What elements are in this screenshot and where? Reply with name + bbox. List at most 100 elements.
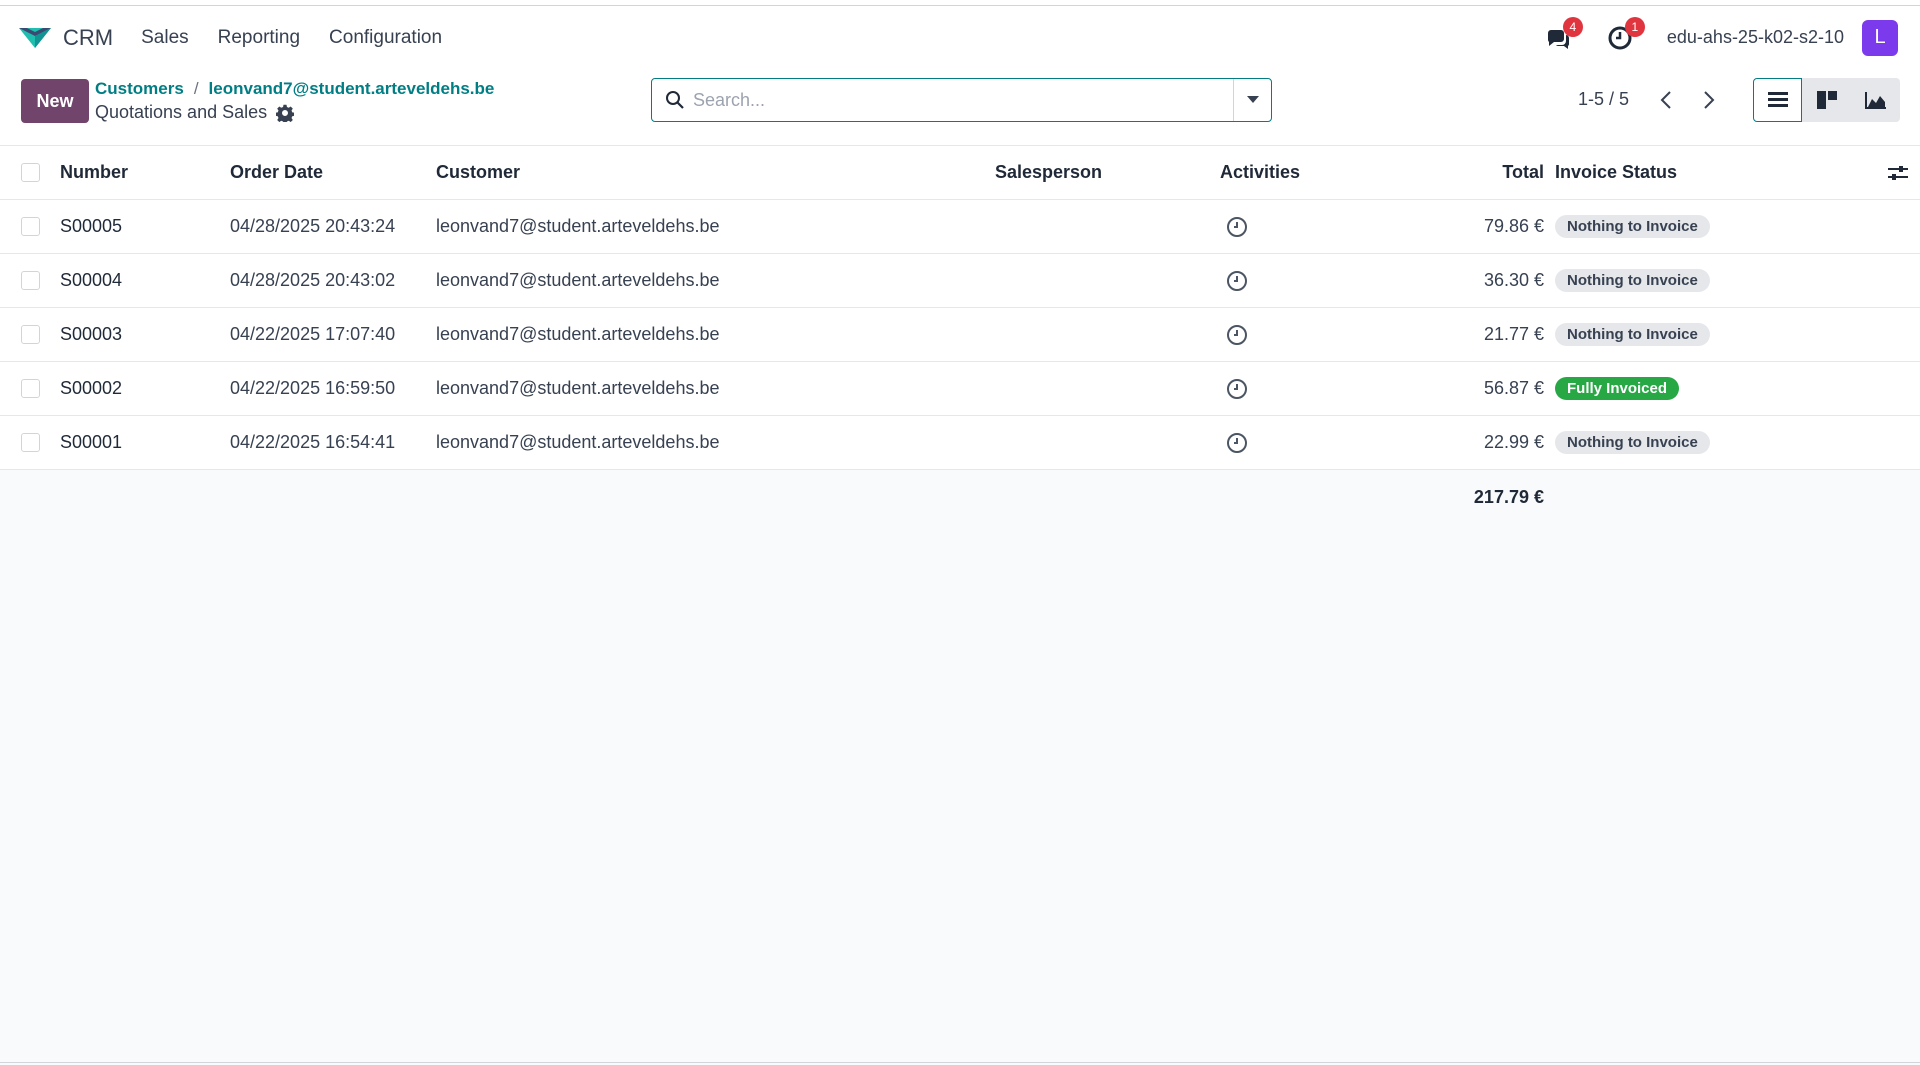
table-row[interactable]: S00002 04/22/2025 16:59:50 leonvand7@stu… (0, 362, 1920, 416)
totals-row: 217.79 € (0, 470, 1920, 524)
invoice-status-cell: Fully Invoiced (1555, 362, 1680, 415)
column-header-invoice-status[interactable]: Invoice Status (1555, 146, 1677, 199)
clock-icon[interactable] (1226, 378, 1248, 400)
table-header-row: Number Order Date Customer Salesperson A… (0, 146, 1920, 200)
row-select-cell (21, 362, 40, 415)
column-header-customer[interactable]: Customer (436, 146, 520, 199)
new-button[interactable]: New (21, 79, 89, 123)
pager-value[interactable]: 1-5 / 5 (1578, 89, 1629, 110)
breadcrumb-customers[interactable]: Customers (95, 79, 184, 98)
messages-count-badge: 4 (1562, 16, 1583, 37)
list-icon (1767, 92, 1788, 107)
order-customer: leonvand7@student.arteveldehs.be (436, 378, 720, 398)
invoice-status-cell: Nothing to Invoice (1555, 416, 1710, 469)
column-header-activities[interactable]: Activities (1220, 146, 1300, 199)
invoice-status-cell: Nothing to Invoice (1555, 308, 1710, 361)
pager-next-button[interactable] (1697, 88, 1721, 112)
order-customer: leonvand7@student.arteveldehs.be (436, 324, 720, 344)
order-total: 56.87 € (1483, 378, 1544, 398)
user-avatar[interactable]: L (1862, 19, 1898, 56)
orders-table: Number Order Date Customer Salesperson A… (0, 146, 1920, 470)
caret-down-icon (1246, 96, 1259, 103)
kanban-view-button[interactable] (1802, 78, 1851, 122)
navbar-systray: 4 1 edu-ahs-25-k02-s2-10 L (1543, 6, 1898, 69)
row-select-cell (21, 254, 40, 307)
row-select-cell (21, 416, 40, 469)
order-number: S00003 (60, 324, 123, 344)
order-date: 04/28/2025 20:43:24 (230, 216, 396, 236)
page-title: Quotations and Sales (95, 102, 295, 123)
menu-item-reporting[interactable]: Reporting (218, 27, 300, 49)
order-total: 79.86 € (1483, 216, 1544, 236)
row-checkbox[interactable] (21, 433, 40, 452)
activity-cell (1220, 308, 1248, 361)
table-footer: 217.79 € (0, 470, 1920, 524)
optional-columns-toggle[interactable] (1888, 146, 1908, 199)
messages-button[interactable]: 4 (1543, 16, 1583, 53)
database-name[interactable]: edu-ahs-25-k02-s2-10 (1667, 27, 1844, 48)
order-total: 36.30 € (1483, 270, 1544, 290)
chevron-right-icon (1704, 91, 1715, 109)
breadcrumb-customer-record[interactable]: leonvand7@student.arteveldehs.be (209, 79, 495, 98)
status-badge: Nothing to Invoice (1555, 431, 1710, 454)
order-date: 04/22/2025 16:59:50 (230, 378, 396, 398)
order-number: S00004 (60, 270, 123, 290)
breadcrumb-separator: / (193, 79, 199, 98)
bottom-border (0, 1062, 1920, 1063)
view-switcher (1753, 78, 1900, 122)
status-badge: Fully Invoiced (1555, 377, 1680, 400)
search-options-toggle[interactable] (1233, 79, 1271, 121)
order-date: 04/22/2025 16:54:41 (230, 432, 396, 452)
column-header-salesperson[interactable]: Salesperson (995, 146, 1102, 199)
order-number: S00002 (60, 378, 123, 398)
graph-view-button[interactable] (1851, 78, 1900, 122)
row-select-cell (21, 200, 40, 253)
order-date: 04/28/2025 20:43:02 (230, 270, 396, 290)
invoice-status-cell: Nothing to Invoice (1555, 200, 1710, 253)
sliders-icon (1888, 165, 1908, 180)
menu-item-configuration[interactable]: Configuration (329, 27, 442, 49)
clock-icon[interactable] (1226, 432, 1248, 454)
main-menu: Sales Reporting Configuration (141, 27, 471, 49)
row-checkbox[interactable] (21, 379, 40, 398)
table-row[interactable]: S00003 04/22/2025 17:07:40 leonvand7@stu… (0, 308, 1920, 362)
table-row[interactable]: S00004 04/28/2025 20:43:02 leonvand7@stu… (0, 254, 1920, 308)
column-header-number[interactable]: Number (60, 146, 128, 199)
activity-cell (1220, 416, 1248, 469)
column-header-total[interactable]: Total (1502, 146, 1544, 199)
pager-previous-button[interactable] (1654, 88, 1678, 112)
table-row[interactable]: S00001 04/22/2025 16:54:41 leonvand7@stu… (0, 416, 1920, 470)
order-date: 04/22/2025 17:07:40 (230, 324, 396, 344)
activity-cell (1220, 362, 1248, 415)
activities-count-badge: 1 (1624, 16, 1645, 37)
search-input[interactable] (693, 80, 1233, 120)
app-name: CRM (63, 24, 114, 50)
list-view-button[interactable] (1753, 78, 1802, 122)
order-total: 22.99 € (1483, 432, 1544, 452)
order-number: S00001 (60, 432, 123, 452)
row-select-cell (21, 308, 40, 361)
search-icon (666, 91, 684, 109)
invoice-status-cell: Nothing to Invoice (1555, 254, 1710, 307)
clock-icon[interactable] (1226, 216, 1248, 238)
table-row[interactable]: S00005 04/28/2025 20:43:24 leonvand7@stu… (0, 200, 1920, 254)
row-checkbox[interactable] (21, 217, 40, 236)
menu-item-sales[interactable]: Sales (141, 27, 189, 49)
kanban-icon (1816, 91, 1837, 109)
row-checkbox[interactable] (21, 325, 40, 344)
gear-icon[interactable] (276, 104, 295, 122)
column-header-order-date[interactable]: Order Date (230, 146, 323, 199)
select-all-checkbox[interactable] (21, 163, 40, 182)
clock-icon[interactable] (1226, 270, 1248, 292)
order-number: S00005 (60, 216, 123, 236)
order-customer: leonvand7@student.arteveldehs.be (436, 432, 720, 452)
activities-button[interactable]: 1 (1605, 16, 1645, 53)
row-checkbox[interactable] (21, 271, 40, 290)
breadcrumb: Customers / leonvand7@student.arteveldehs.… (95, 79, 494, 99)
order-total: 21.77 € (1483, 324, 1544, 344)
status-badge: Nothing to Invoice (1555, 323, 1710, 346)
order-customer: leonvand7@student.arteveldehs.be (436, 270, 720, 290)
app-brand[interactable]: CRM (17, 24, 113, 52)
clock-icon[interactable] (1226, 324, 1248, 346)
order-customer: leonvand7@student.arteveldehs.be (436, 216, 720, 236)
